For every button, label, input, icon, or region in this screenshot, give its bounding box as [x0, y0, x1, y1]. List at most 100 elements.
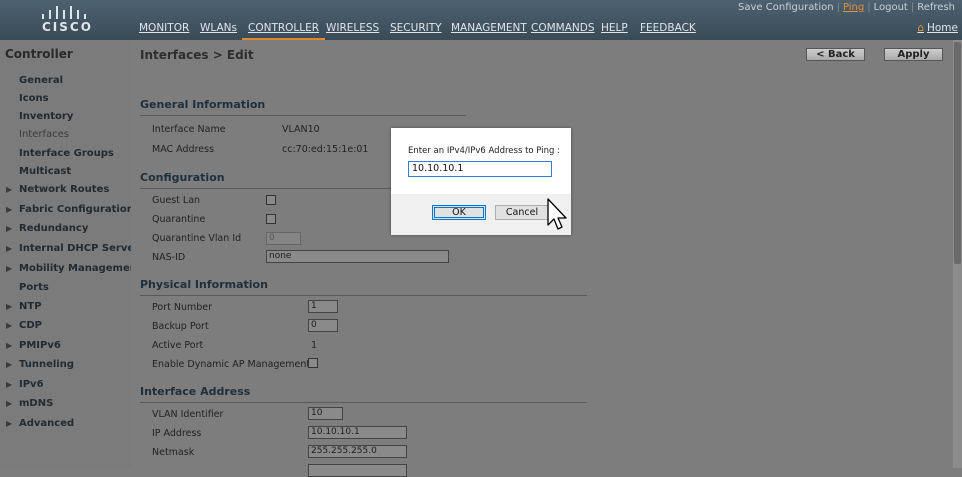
- sidebar-item-ports[interactable]: Ports: [19, 282, 49, 293]
- sidebar-item-pmipv6[interactable]: ▶ PMIPv6: [6, 340, 61, 351]
- expand-arrow-icon[interactable]: ▶: [6, 302, 12, 311]
- dynamic-ap-label: Enable Dynamic AP Management: [152, 359, 311, 370]
- quarantine-label: Quarantine: [152, 214, 206, 225]
- quarantine-vlan-input[interactable]: 0: [266, 232, 301, 245]
- sidebar-item-label: Mobility Management: [19, 263, 142, 274]
- expand-arrow-icon[interactable]: ▶: [6, 205, 12, 214]
- sidebar-item-advanced[interactable]: ▶ Advanced: [6, 418, 75, 429]
- scrollbar-thumb[interactable]: [954, 42, 961, 264]
- expand-arrow-icon[interactable]: ▶: [6, 185, 12, 194]
- nav-security[interactable]: SECURITY: [384, 22, 448, 38]
- sidebar-item-icons[interactable]: Icons: [19, 93, 49, 104]
- vlan-identifier-input[interactable]: 10: [308, 407, 343, 420]
- sidebar-item-multicast[interactable]: Multicast: [19, 166, 71, 177]
- sidebar-item-label: Interfaces: [19, 129, 69, 140]
- configuration-heading: Configuration: [140, 171, 225, 184]
- section-divider: [140, 115, 466, 116]
- sidebar-item-ipv6[interactable]: ▶ IPv6: [6, 379, 44, 390]
- save-configuration-link[interactable]: Save Configuration: [735, 2, 837, 13]
- port-number-input[interactable]: 1: [308, 300, 338, 313]
- logout-link[interactable]: Logout: [871, 2, 911, 13]
- sidebar-item-label: Internal DHCP Server: [19, 243, 140, 254]
- nav-commands[interactable]: COMMANDS: [525, 22, 601, 38]
- port-number-label: Port Number: [152, 302, 213, 313]
- nas-id-input[interactable]: none: [266, 250, 449, 263]
- backup-port-label: Backup Port: [152, 321, 209, 332]
- sidebar-item-mobility-management[interactable]: ▶ Mobility Management: [6, 263, 142, 274]
- top-links: Save Configuration | Ping | Logout | Refresh: [735, 2, 958, 13]
- sidebar-item-network-routes[interactable]: ▶ Network Routes: [6, 184, 110, 195]
- refresh-link[interactable]: Refresh: [914, 2, 958, 13]
- nav-wlans[interactable]: WLANs: [194, 22, 243, 38]
- expand-arrow-icon[interactable]: ▶: [6, 399, 12, 408]
- ping-address-input[interactable]: 10.10.10.1: [408, 161, 552, 177]
- sidebar-item-label: Network Routes: [19, 184, 110, 195]
- sidebar-item-label: CDP: [19, 320, 42, 331]
- guest-lan-label: Guest Lan: [152, 195, 201, 206]
- expand-arrow-icon[interactable]: ▶: [6, 224, 12, 233]
- active-port-value: 1: [311, 340, 318, 351]
- mac-address-label: MAC Address: [152, 144, 215, 155]
- sidebar-item-label: NTP: [19, 301, 42, 312]
- section-divider: [140, 295, 587, 296]
- dynamic-ap-checkbox[interactable]: [308, 358, 318, 368]
- vlan-identifier-label: VLAN Identifier: [152, 409, 224, 420]
- cisco-logo: CISCO: [40, 5, 100, 35]
- sidebar-item-fabric-configuration[interactable]: ▶ Fabric Configuration: [6, 204, 134, 215]
- sidebar-item-mdns[interactable]: ▶ mDNS: [6, 398, 53, 409]
- expand-arrow-icon[interactable]: ▶: [6, 341, 12, 350]
- sidebar-item-tunneling[interactable]: ▶ Tunneling: [6, 359, 74, 370]
- active-port-label: Active Port: [152, 340, 204, 351]
- sidebar-item-ntp[interactable]: ▶ NTP: [6, 301, 42, 312]
- backup-port-input[interactable]: 0: [308, 319, 338, 332]
- expand-arrow-icon[interactable]: ▶: [6, 321, 12, 330]
- sidebar: Controller General Icons Inventory Interfac…: [0, 40, 142, 468]
- sidebar-item-interfaces[interactable]: Interfaces: [19, 129, 69, 140]
- header-bar: CISCO Save Configuration | Ping | Logout | Ref…: [0, 0, 962, 41]
- quarantine-vlan-label: Quarantine Vlan Id: [152, 233, 242, 244]
- nav-feedback[interactable]: FEEDBACK: [634, 22, 702, 38]
- ip-address-input[interactable]: 10.10.10.1: [308, 426, 407, 439]
- page-scrollbar[interactable]: [953, 40, 962, 468]
- interface-name-label: Interface Name: [152, 124, 226, 135]
- general-information-heading: General Information: [140, 98, 266, 111]
- ok-button[interactable]: OK: [432, 205, 486, 220]
- back-button[interactable]: < Back: [806, 48, 865, 61]
- sidebar-item-label: Advanced: [19, 418, 75, 429]
- sidebar-item-label: Interface Groups: [19, 148, 114, 159]
- expand-arrow-icon[interactable]: ▶: [6, 360, 12, 369]
- ping-dialog: Enter an IPv4/IPv6 Address to Ping : 10.…: [391, 128, 571, 235]
- expand-arrow-icon[interactable]: ▶: [6, 380, 12, 389]
- gateway-input[interactable]: [308, 464, 407, 477]
- apply-button[interactable]: Apply: [884, 48, 943, 61]
- mouse-pointer-icon: [547, 198, 567, 230]
- sidebar-item-redundancy[interactable]: ▶ Redundancy: [6, 223, 88, 234]
- sidebar-item-label: General: [19, 75, 63, 86]
- sidebar-item-general[interactable]: General: [19, 75, 63, 86]
- expand-arrow-icon[interactable]: ▶: [6, 419, 12, 428]
- sidebar-item-internal-dhcp-server[interactable]: ▶ Internal DHCP Server: [6, 243, 140, 254]
- ping-link[interactable]: Ping: [840, 2, 867, 13]
- cancel-button[interactable]: Cancel: [495, 205, 549, 220]
- ping-prompt: Enter an IPv4/IPv6 Address to Ping :: [408, 146, 560, 156]
- quarantine-checkbox[interactable]: [266, 214, 276, 224]
- guest-lan-checkbox[interactable]: [266, 195, 276, 205]
- sidebar-item-inventory[interactable]: Inventory: [19, 111, 73, 122]
- sidebar-item-label: Inventory: [19, 111, 74, 122]
- expand-arrow-icon[interactable]: ▶: [6, 244, 12, 253]
- nav-management[interactable]: MANAGEMENT: [445, 22, 533, 38]
- nav-help[interactable]: HELP: [595, 22, 634, 38]
- mac-address-value: cc:70:ed:15:1e:01: [282, 144, 369, 155]
- home-link[interactable]: ⌂ Home: [917, 22, 958, 34]
- netmask-input[interactable]: 255.255.255.0: [308, 445, 407, 458]
- cisco-bars-icon: [40, 5, 90, 19]
- sidebar-title: Controller: [5, 47, 73, 61]
- sidebar-item-label: Ports: [19, 282, 49, 293]
- expand-arrow-icon[interactable]: ▶: [6, 264, 12, 273]
- nav-monitor[interactable]: MONITOR: [133, 22, 195, 38]
- nav-controller[interactable]: CONTROLLER: [242, 22, 326, 41]
- page-title: Interfaces > Edit: [140, 48, 254, 62]
- sidebar-item-cdp[interactable]: ▶ CDP: [6, 320, 42, 331]
- sidebar-item-interface-groups[interactable]: Interface Groups: [19, 148, 114, 159]
- nav-wireless[interactable]: WIRELESS: [320, 22, 385, 38]
